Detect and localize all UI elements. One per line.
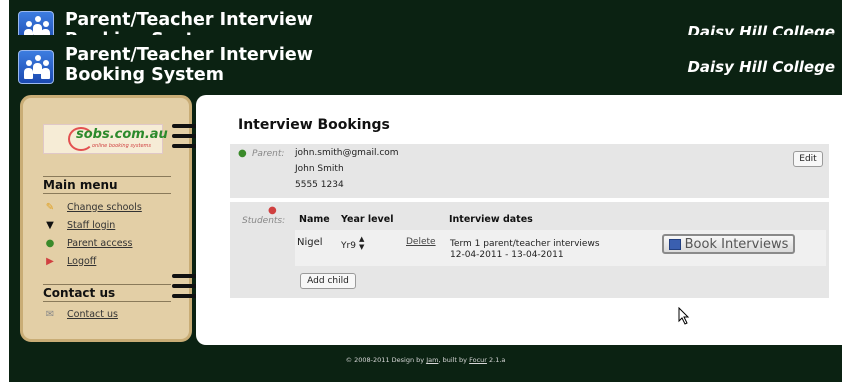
interview-title: Term 1 parent/teacher interviews	[450, 239, 600, 249]
edit-button[interactable]: Edit	[793, 151, 823, 167]
book-interviews-button[interactable]: Book Interviews	[662, 234, 795, 254]
builder-link[interactable]: Focur	[469, 356, 487, 364]
interview-range: 12-04-2011 - 13-04-2011	[450, 250, 564, 260]
menu-parent-access[interactable]: ● Parent access	[43, 235, 133, 251]
parent-panel: ● Parent: john.smith@gmail.com John Smit…	[230, 144, 829, 198]
sidebar: sobs.com.au online booking systems Main …	[20, 95, 192, 342]
add-child-button[interactable]: Add child	[300, 273, 356, 289]
divider	[43, 284, 171, 285]
contact-heading: Contact us	[43, 286, 116, 300]
col-name: Name	[299, 214, 330, 225]
header-duplicate: Parent/Teacher Interview Booking System …	[9, 8, 842, 35]
page-frame: Parent/Teacher Interview Booking System …	[9, 0, 842, 382]
divider	[43, 193, 171, 194]
designer-link[interactable]: Jam	[426, 356, 438, 364]
app-title: Parent/Teacher Interview Booking System	[65, 45, 313, 85]
person-icon: ●	[45, 237, 55, 249]
menu-staff-login[interactable]: ▼ Staff login	[43, 217, 115, 233]
sobs-logo[interactable]: sobs.com.au online booking systems	[43, 124, 168, 154]
calendar-icon	[668, 238, 681, 250]
person-icon: ●	[238, 148, 247, 159]
broom-icon: ✎	[45, 201, 55, 213]
school-name: Daisy Hill College	[687, 23, 835, 35]
envelope-icon: ✉	[45, 308, 55, 320]
student-name: Nigel	[297, 237, 323, 248]
delete-link[interactable]: Delete	[406, 237, 436, 247]
parent-phone: 5555 1234	[295, 180, 344, 190]
graduation-cap-icon: ▼	[46, 219, 54, 231]
divider	[43, 301, 171, 302]
students-label: Students:	[242, 216, 286, 226]
school-name: Daisy Hill College	[687, 58, 835, 76]
year-stepper-icon[interactable]: ▲ ▼	[359, 235, 364, 251]
parent-email: john.smith@gmail.com	[295, 148, 399, 158]
header: Parent/Teacher Interview Booking System …	[9, 45, 842, 89]
col-year: Year level	[341, 214, 394, 225]
main-content: Interview Bookings ● Parent: john.smith@…	[196, 95, 842, 345]
menu-logoff[interactable]: ▶ Logoff	[43, 253, 96, 269]
students-icon: ●	[268, 205, 277, 216]
footer: © 2008-2011 Design by Jam, built by Focu…	[345, 356, 506, 364]
menu-contact-us[interactable]: ✉ Contact us	[43, 306, 118, 322]
app-logo-icon	[18, 50, 54, 84]
mouse-cursor-icon	[678, 307, 690, 325]
app-title: Parent/Teacher Interview Booking System	[65, 10, 313, 35]
main-menu-heading: Main menu	[43, 178, 118, 192]
divider	[43, 176, 171, 177]
col-dates: Interview dates	[449, 214, 533, 225]
menu-change-schools[interactable]: ✎ Change schools	[43, 199, 142, 215]
parent-name: John Smith	[295, 164, 344, 174]
parent-label: Parent:	[252, 149, 285, 159]
logoff-icon: ▶	[46, 255, 54, 267]
app-logo-icon	[18, 11, 54, 35]
page-title: Interview Bookings	[238, 117, 390, 133]
year-select[interactable]: Yr9	[341, 241, 356, 251]
